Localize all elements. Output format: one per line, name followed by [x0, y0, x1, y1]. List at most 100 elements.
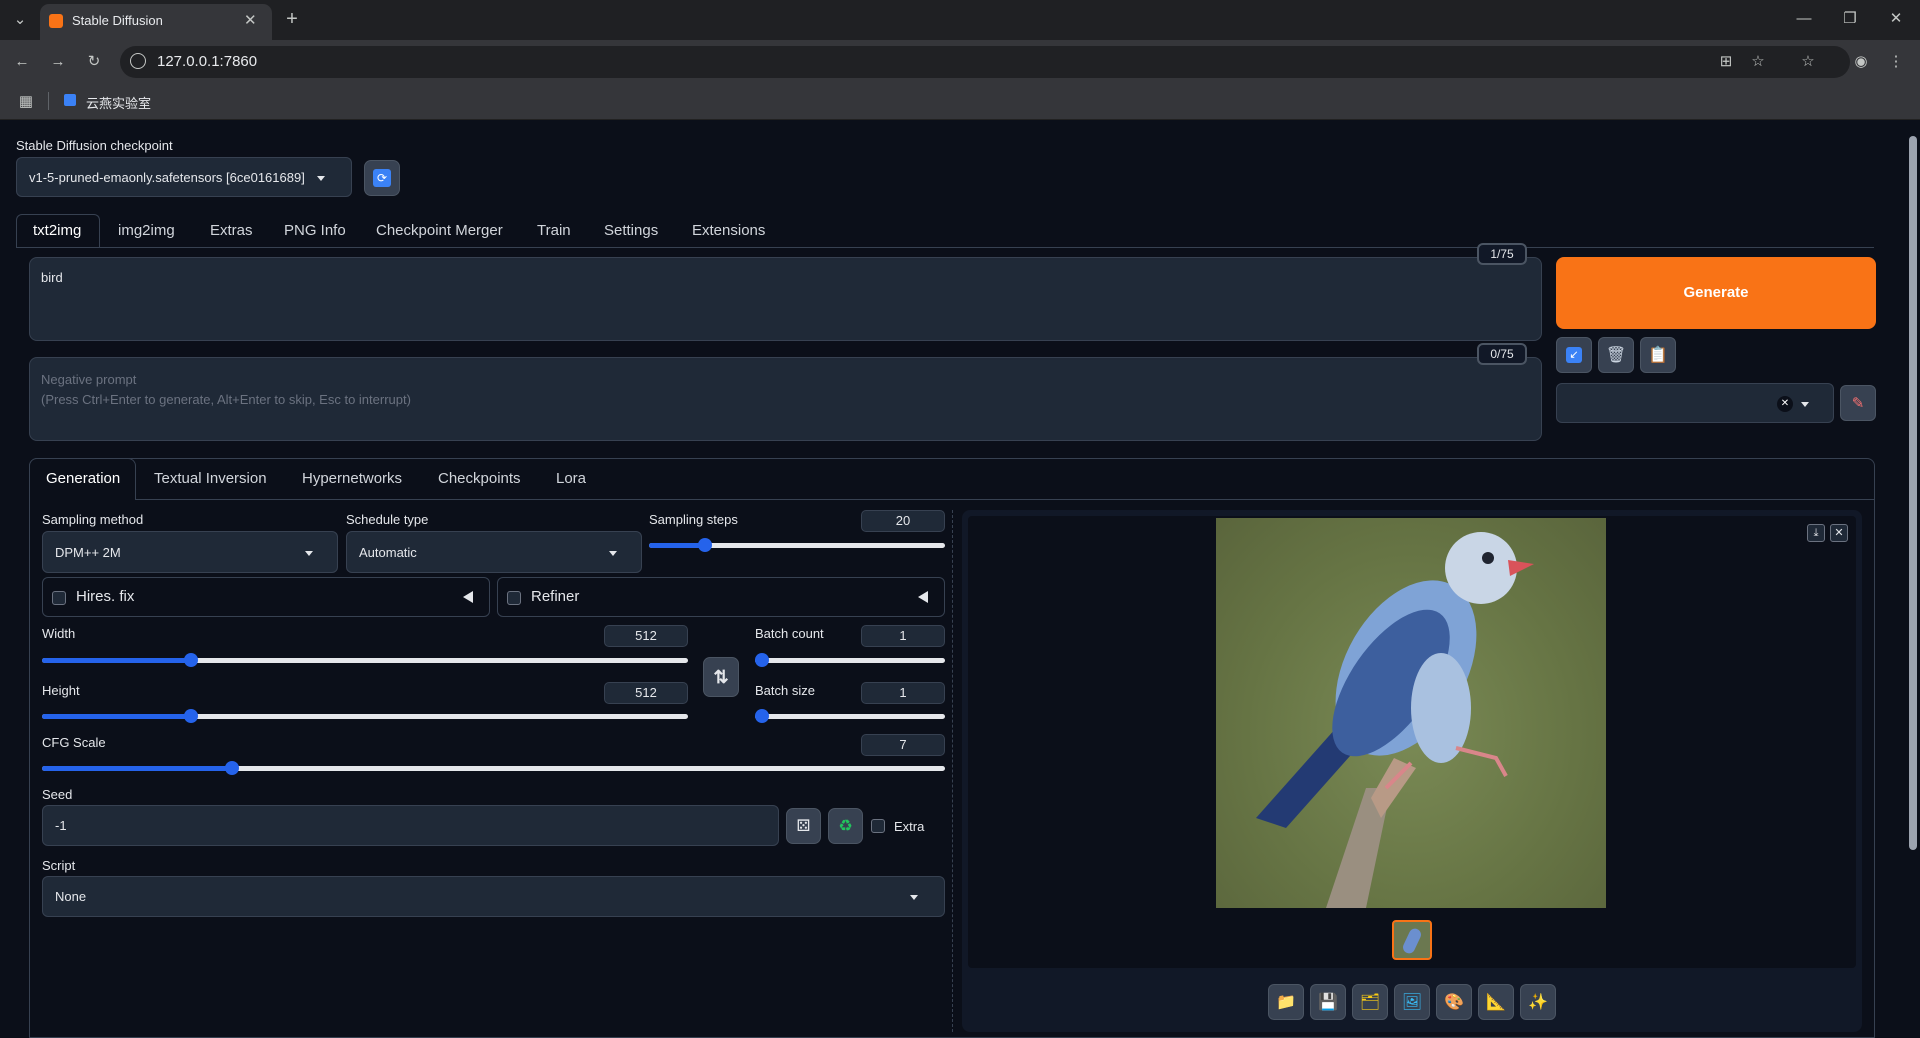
height-slider[interactable]	[42, 709, 688, 723]
extra-seed-checkbox[interactable]	[871, 819, 885, 833]
subtab-checkpoints[interactable]: Checkpoints	[438, 463, 521, 495]
generated-image[interactable]	[1216, 518, 1606, 908]
translate-icon[interactable]: ⊞	[1714, 52, 1738, 72]
prompt-token-counter: 1/75	[1477, 243, 1527, 265]
styles-dropdown[interactable]: ✕	[1556, 383, 1834, 423]
expand-arrow-icon	[918, 591, 928, 603]
tab-close-icon[interactable]: ✕	[244, 11, 257, 29]
thumbnail-bird	[1401, 926, 1423, 956]
negative-prompt-textarea[interactable]: Negative prompt (Press Ctrl+Enter to gen…	[29, 357, 1542, 441]
zip-button[interactable]: 🗂	[1352, 984, 1388, 1020]
paste-params-button[interactable]: ↙	[1556, 337, 1592, 373]
slider-thumb[interactable]	[755, 653, 769, 667]
url-text[interactable]: 127.0.0.1:7860	[157, 53, 257, 70]
cfg-scale-input[interactable]: 7	[861, 734, 945, 756]
slider-thumb[interactable]	[183, 709, 198, 723]
height-input[interactable]: 512	[604, 682, 688, 704]
tab-extras[interactable]: Extras	[210, 215, 253, 247]
batch-count-input[interactable]: 1	[861, 625, 945, 647]
hires-fix-checkbox[interactable]	[52, 591, 66, 605]
tab-checkpoint-merger[interactable]: Checkpoint Merger	[376, 215, 503, 247]
swap-dimensions-button[interactable]: ⇅	[703, 657, 739, 697]
image-icon: 🖼	[1401, 994, 1423, 1011]
reload-icon[interactable]: ↻	[82, 52, 106, 72]
clear-prompt-button[interactable]: 🗑	[1598, 337, 1634, 373]
bookmark-star-icon[interactable]: ☆	[1746, 52, 1770, 72]
sampling-steps-input[interactable]: 20	[861, 510, 945, 532]
bookmarks-bar: ▦ 云燕实验室	[0, 84, 1920, 120]
download-icon[interactable]: ⤓	[1807, 524, 1825, 542]
sampling-steps-slider[interactable]	[649, 538, 945, 552]
styles-button[interactable]: 📋	[1640, 337, 1676, 373]
profile-icon[interactable]: ◉	[1849, 52, 1873, 72]
menu-icon[interactable]: ⋮	[1884, 52, 1908, 72]
cfg-scale-slider[interactable]	[42, 761, 945, 775]
bookmarks-icon[interactable]: ☆	[1796, 52, 1820, 72]
send-to-img2img-button[interactable]: 🖼	[1394, 984, 1430, 1020]
prompt-textarea[interactable]: bird	[29, 257, 1542, 341]
width-slider[interactable]	[42, 653, 688, 667]
send-to-extras-button[interactable]: 📐	[1478, 984, 1514, 1020]
slider-thumb[interactable]	[183, 653, 198, 667]
tab-train[interactable]: Train	[537, 215, 571, 247]
bookmark-item[interactable]: 云燕实验室	[86, 93, 151, 112]
sampling-method-select[interactable]: DPM++ 2M	[42, 531, 338, 573]
refiner-accordion[interactable]: Refiner	[497, 577, 945, 617]
refresh-checkpoint-button[interactable]: ⟳	[364, 160, 400, 196]
tab-img2img[interactable]: img2img	[118, 215, 175, 247]
page-scrollbar[interactable]	[1906, 122, 1920, 1032]
width-input[interactable]: 512	[604, 625, 688, 647]
tab-extensions[interactable]: Extensions	[692, 215, 765, 247]
generate-button[interactable]: Generate	[1556, 257, 1876, 329]
reuse-seed-button[interactable]: ♻	[828, 808, 863, 844]
refiner-checkbox[interactable]	[507, 591, 521, 605]
minimize-icon[interactable]: —	[1792, 9, 1816, 29]
slider-thumb[interactable]	[224, 761, 239, 775]
tab-txt2img[interactable]: txt2img	[33, 215, 81, 247]
bookmark-divider	[48, 92, 49, 110]
forward-icon[interactable]: →	[46, 52, 70, 72]
batch-size-slider[interactable]	[755, 709, 945, 723]
browser-tab[interactable]: Stable Diffusion ✕	[40, 4, 272, 40]
bird-illustration	[1256, 532, 1534, 908]
address-bar[interactable]: 127.0.0.1:7860 ⊞ ☆	[120, 46, 1850, 78]
tab-list-icon[interactable]: ⌄	[8, 10, 32, 30]
random-seed-button[interactable]: ⚄	[786, 808, 821, 844]
new-tab-icon[interactable]: +	[280, 9, 304, 29]
checkpoint-select[interactable]: v1-5-pruned-emaonly.safetensors [6ce0161…	[16, 157, 352, 197]
tab-png-info[interactable]: PNG Info	[284, 215, 346, 247]
subtab-textual-inversion[interactable]: Textual Inversion	[154, 463, 267, 495]
seed-input[interactable]: -1	[42, 805, 779, 846]
browser-tab-bar: ⌄ Stable Diffusion ✕ + — ❐ ✕	[0, 0, 1920, 40]
brush-icon: ✎	[1851, 395, 1865, 412]
height-label: Height	[42, 683, 80, 698]
negative-prompt-placeholder: Negative prompt (Press Ctrl+Enter to gen…	[41, 372, 411, 407]
back-icon[interactable]: ←	[10, 52, 34, 72]
subtab-hypernetworks[interactable]: Hypernetworks	[302, 463, 402, 495]
close-preview-icon[interactable]: ✕	[1830, 524, 1848, 542]
subtab-generation[interactable]: Generation	[46, 463, 120, 495]
arrow-paste-icon: ↙	[1566, 347, 1582, 363]
gallery-thumbnail[interactable]	[1392, 920, 1432, 960]
hires-fix-accordion[interactable]: Hires. fix	[42, 577, 490, 617]
scrollbar-thumb[interactable]	[1909, 136, 1917, 850]
restore-icon[interactable]: ❐	[1838, 9, 1862, 29]
script-select[interactable]: None	[42, 876, 945, 917]
hires-upscale-button[interactable]: ✨	[1520, 984, 1556, 1020]
clear-x-icon[interactable]: ✕	[1777, 396, 1793, 412]
slider-thumb[interactable]	[755, 709, 769, 723]
tab-settings[interactable]: Settings	[604, 215, 658, 247]
edit-style-button[interactable]: ✎	[1840, 385, 1876, 421]
batch-count-slider[interactable]	[755, 653, 945, 667]
site-info-icon[interactable]	[130, 53, 146, 69]
chevron-down-icon	[910, 895, 918, 900]
open-folder-button[interactable]: 📁	[1268, 984, 1304, 1020]
send-to-inpaint-button[interactable]: 🎨	[1436, 984, 1472, 1020]
window-close-icon[interactable]: ✕	[1884, 9, 1908, 29]
chevron-down-icon	[1801, 402, 1809, 407]
save-button[interactable]: 💾	[1310, 984, 1346, 1020]
batch-size-input[interactable]: 1	[861, 682, 945, 704]
subtab-lora[interactable]: Lora	[556, 463, 586, 495]
apps-grid-icon[interactable]: ▦	[14, 92, 38, 112]
schedule-type-select[interactable]: Automatic	[346, 531, 642, 573]
